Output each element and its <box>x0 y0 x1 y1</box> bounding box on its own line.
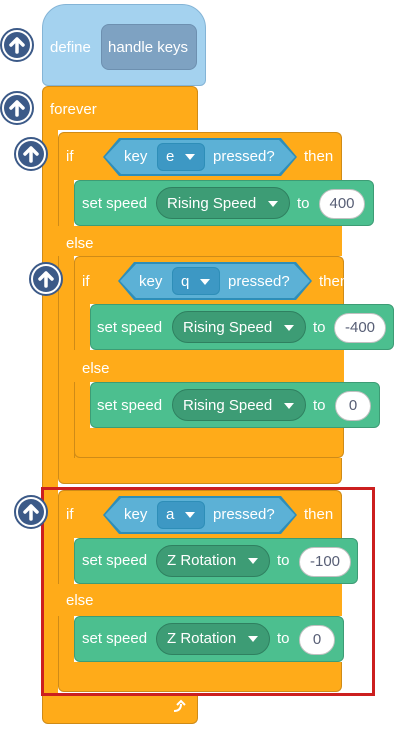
speed-value-input[interactable]: 400 <box>319 189 365 219</box>
speed-target-value: Rising Speed <box>183 319 273 336</box>
loop-arrow-icon <box>170 699 186 715</box>
speed-value-input[interactable]: 0 <box>335 391 371 421</box>
forever-label: forever <box>50 101 97 118</box>
if-q-else-label: else <box>82 360 110 377</box>
if-e-key-dropdown[interactable] <box>157 143 205 171</box>
if-e-else-bar <box>58 226 342 256</box>
speed-value-input[interactable]: -400 <box>334 313 386 343</box>
dropdown-caret-icon <box>284 403 294 409</box>
if-e-else-label: else <box>66 235 94 252</box>
highlight-box <box>41 487 375 696</box>
if-e-arm <box>58 178 74 478</box>
if-q-else-bar <box>74 350 344 382</box>
up-arrow-circle-icon[interactable] <box>0 28 34 62</box>
if-e-if-label: if <box>66 148 74 165</box>
if-e-key-label: key <box>124 148 148 165</box>
if-q-pressed-label: pressed? <box>228 273 290 290</box>
up-arrow-circle-icon[interactable] <box>14 137 48 171</box>
speed-target-value: Rising Speed <box>183 397 273 414</box>
to-label: to <box>313 319 326 336</box>
if-q-key-value: q <box>181 273 190 290</box>
set-speed-label: set speed <box>97 319 163 336</box>
define-name: handle keys <box>108 39 189 56</box>
if-e-then-label: then <box>304 148 334 165</box>
dropdown-caret-icon <box>284 325 294 331</box>
if-e-bottom <box>58 458 342 484</box>
set-speed-label: set speed <box>97 397 163 414</box>
up-arrow-circle-icon[interactable] <box>0 91 34 125</box>
up-arrow-circle-icon[interactable] <box>29 262 63 296</box>
dropdown-caret-icon <box>200 279 210 285</box>
dropdown-caret-icon <box>268 201 278 207</box>
speed-target-value: Rising Speed <box>167 195 257 212</box>
if-e-pressed-label: pressed? <box>213 148 275 165</box>
set-speed-label: set speed <box>82 195 148 212</box>
if-q-key-dropdown[interactable] <box>172 267 220 295</box>
to-label: to <box>313 397 326 414</box>
if-q-then-label: then <box>319 273 349 290</box>
if-q-key-label: key <box>139 273 163 290</box>
define-keyword: define <box>50 39 91 56</box>
dropdown-caret-icon <box>185 154 195 160</box>
to-label: to <box>297 195 310 212</box>
if-q-if-label: if <box>82 273 90 290</box>
if-e-key-value: e <box>166 148 175 165</box>
up-arrow-circle-icon[interactable] <box>14 495 48 529</box>
if-q-bottom <box>74 428 344 458</box>
